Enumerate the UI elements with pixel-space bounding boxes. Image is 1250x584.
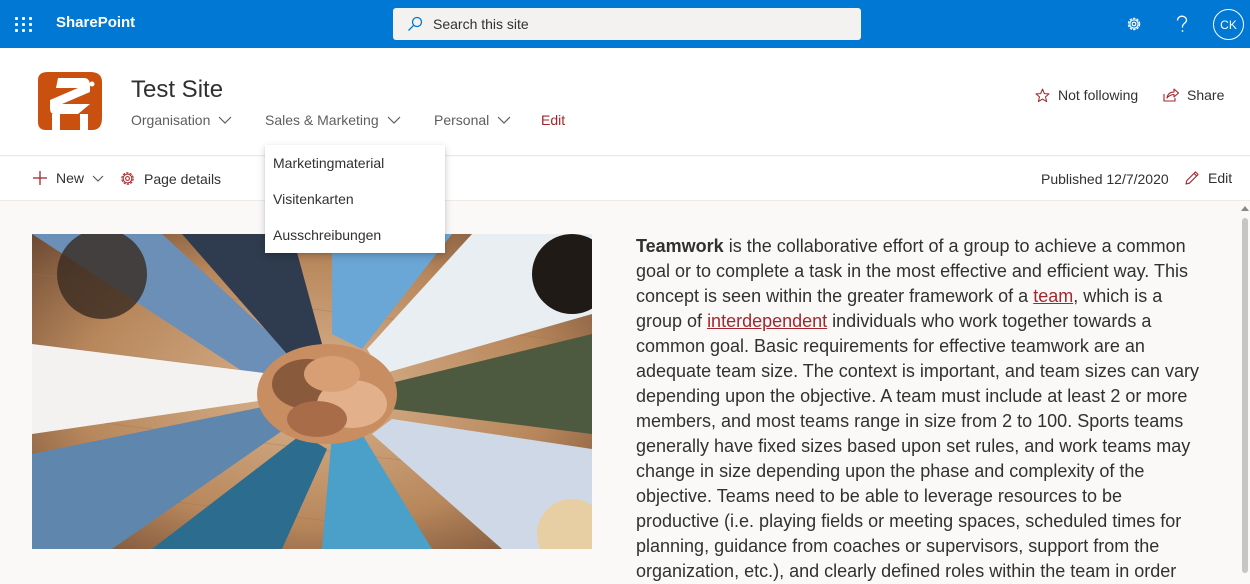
command-bar: New Page details Published 12/7/2020 Edi… [0, 157, 1250, 201]
chevron-down-icon [218, 116, 232, 124]
nav-item-sales-marketing[interactable]: Sales & Marketing [265, 112, 434, 128]
nav-item-personal[interactable]: Personal [434, 112, 541, 128]
search-input[interactable] [433, 16, 813, 32]
app-launcher-icon[interactable] [14, 14, 34, 34]
nav-item-label: Sales & Marketing [265, 112, 379, 128]
settings-gear-icon[interactable] [1122, 12, 1146, 36]
suite-bar: SharePoint CK [0, 0, 1250, 48]
page-scrollbar[interactable] [1240, 202, 1250, 573]
share-label: Share [1187, 87, 1225, 103]
sharepoint-brand-link[interactable]: SharePoint [56, 14, 135, 31]
dropdown-item-marketingmaterial[interactable]: Marketingmaterial [265, 148, 445, 184]
search-box[interactable] [393, 8, 861, 40]
chevron-down-icon [92, 175, 104, 182]
page-details-button[interactable]: Page details [119, 170, 221, 187]
new-button[interactable]: New [32, 170, 104, 186]
chevron-down-icon [387, 116, 401, 124]
chevron-down-icon [497, 116, 511, 124]
article-term: Teamwork [636, 236, 724, 256]
new-label: New [56, 170, 85, 186]
follow-button[interactable]: Not following [1035, 87, 1138, 103]
article-text-segment: individuals who work together towards a … [636, 311, 1199, 581]
scroll-up-arrow-icon[interactable] [1241, 206, 1249, 211]
help-icon[interactable] [1170, 12, 1194, 36]
plus-icon [33, 171, 47, 185]
pencil-icon [1185, 171, 1199, 185]
nav-edit-link[interactable]: Edit [541, 112, 565, 128]
interdependent-link[interactable]: interdependent [707, 311, 827, 331]
scroll-thumb[interactable] [1242, 218, 1248, 573]
nav-item-label: Organisation [131, 112, 211, 128]
site-header: Test Site Organisation Sales & Marketing… [0, 48, 1250, 156]
gear-icon [121, 172, 134, 185]
site-logo-elephant-icon[interactable] [32, 70, 108, 134]
dropdown-item-ausschreibungen[interactable]: Ausschreibungen [265, 220, 445, 256]
article-text: Teamwork is the collaborative effort of … [636, 234, 1204, 584]
page-details-label: Page details [144, 170, 222, 187]
site-title[interactable]: Test Site [131, 76, 223, 104]
search-icon [408, 16, 423, 31]
teamwork-hands-image [32, 234, 592, 549]
star-icon [1035, 88, 1050, 102]
edit-label: Edit [1208, 170, 1233, 186]
nav-item-label: Personal [434, 112, 490, 128]
user-avatar[interactable]: CK [1213, 9, 1244, 40]
published-status: Published 12/7/2020 [1041, 171, 1169, 187]
sales-marketing-dropdown: Marketingmaterial Visitenkarten Ausschre… [265, 145, 445, 253]
follow-label: Not following [1058, 87, 1139, 103]
share-button[interactable]: Share [1163, 87, 1224, 103]
dropdown-item-visitenkarten[interactable]: Visitenkarten [265, 184, 445, 220]
edit-page-button[interactable]: Edit [1184, 170, 1232, 186]
nav-item-organisation[interactable]: Organisation [131, 112, 265, 128]
share-icon [1163, 88, 1179, 102]
top-navigation: Organisation Sales & Marketing Personal … [131, 112, 565, 128]
team-link[interactable]: team [1033, 286, 1073, 306]
